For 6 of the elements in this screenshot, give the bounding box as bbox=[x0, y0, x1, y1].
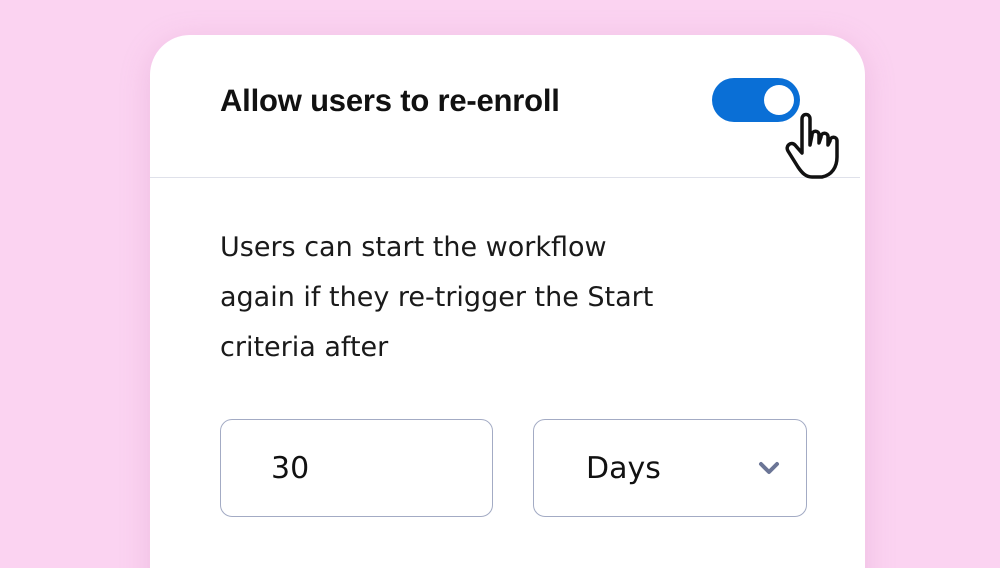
chevron-down-icon bbox=[758, 461, 780, 475]
setting-title: Allow users to re-enroll bbox=[220, 83, 560, 119]
number-field[interactable]: 30 bbox=[220, 419, 493, 517]
toggle-switch[interactable] bbox=[712, 78, 800, 122]
unit-dropdown[interactable]: Days bbox=[533, 419, 807, 517]
description-text: Users can start the workflow again if they re-trigger the Start criteria after bbox=[220, 231, 654, 365]
